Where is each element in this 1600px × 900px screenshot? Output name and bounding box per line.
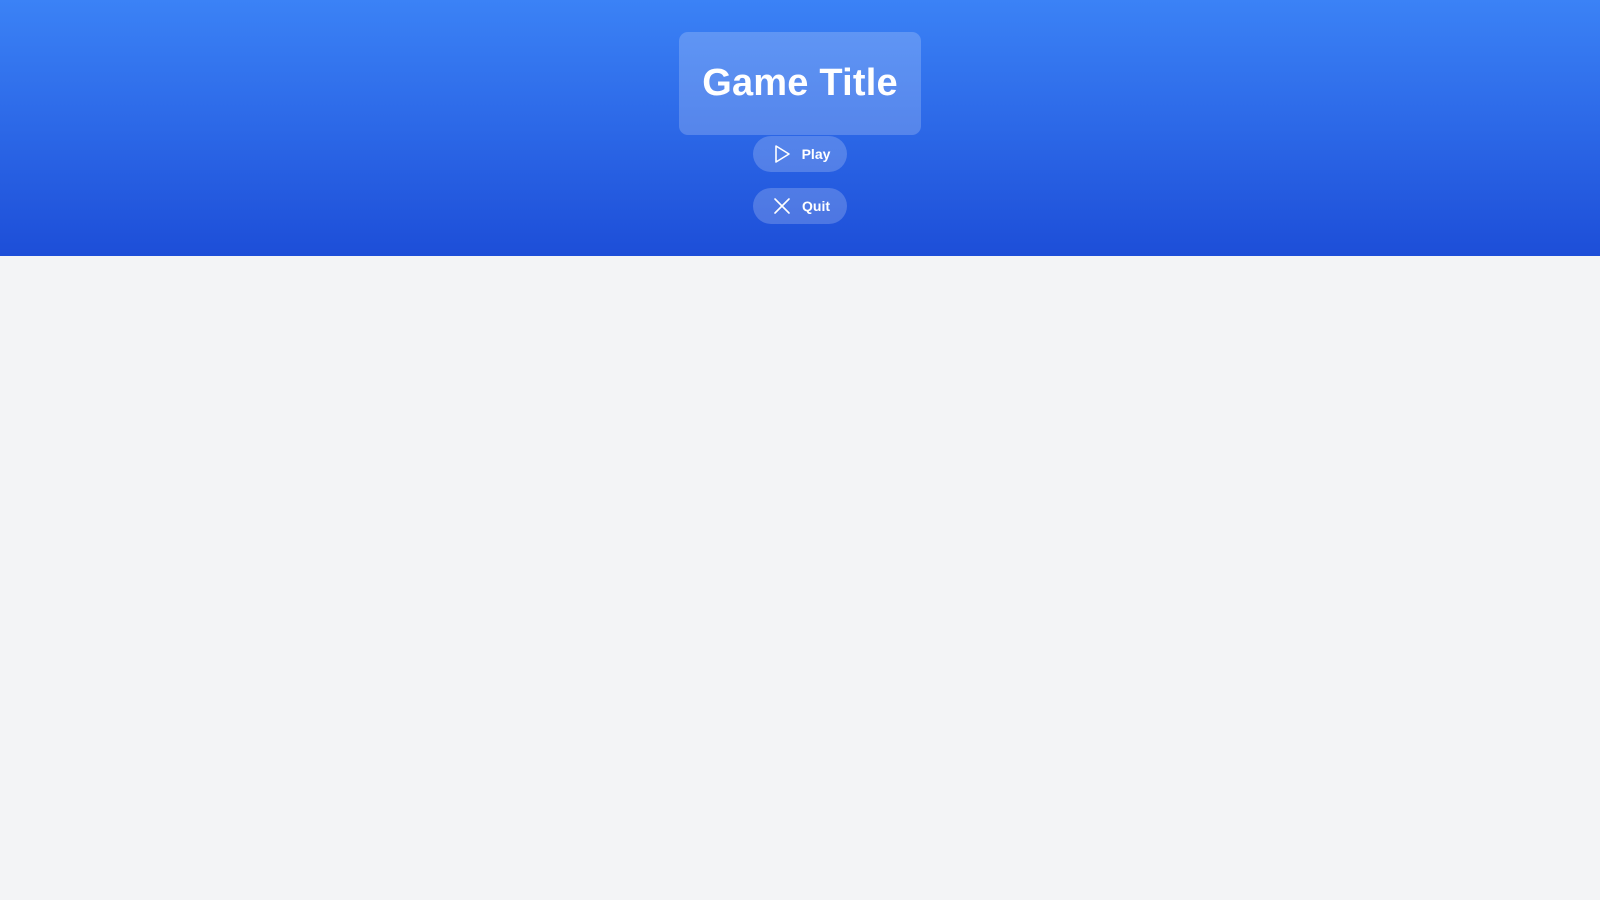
close-icon (772, 196, 792, 216)
play-button-label: Play (801, 146, 831, 162)
play-button[interactable]: Play (753, 136, 847, 172)
quit-button-label: Quit (802, 198, 830, 214)
title-card: Game Title (679, 32, 921, 135)
hero-banner: Game Title Play Quit (0, 0, 1600, 256)
play-icon (772, 144, 792, 164)
quit-button[interactable]: Quit (753, 188, 847, 224)
game-title: Game Title (702, 62, 898, 104)
